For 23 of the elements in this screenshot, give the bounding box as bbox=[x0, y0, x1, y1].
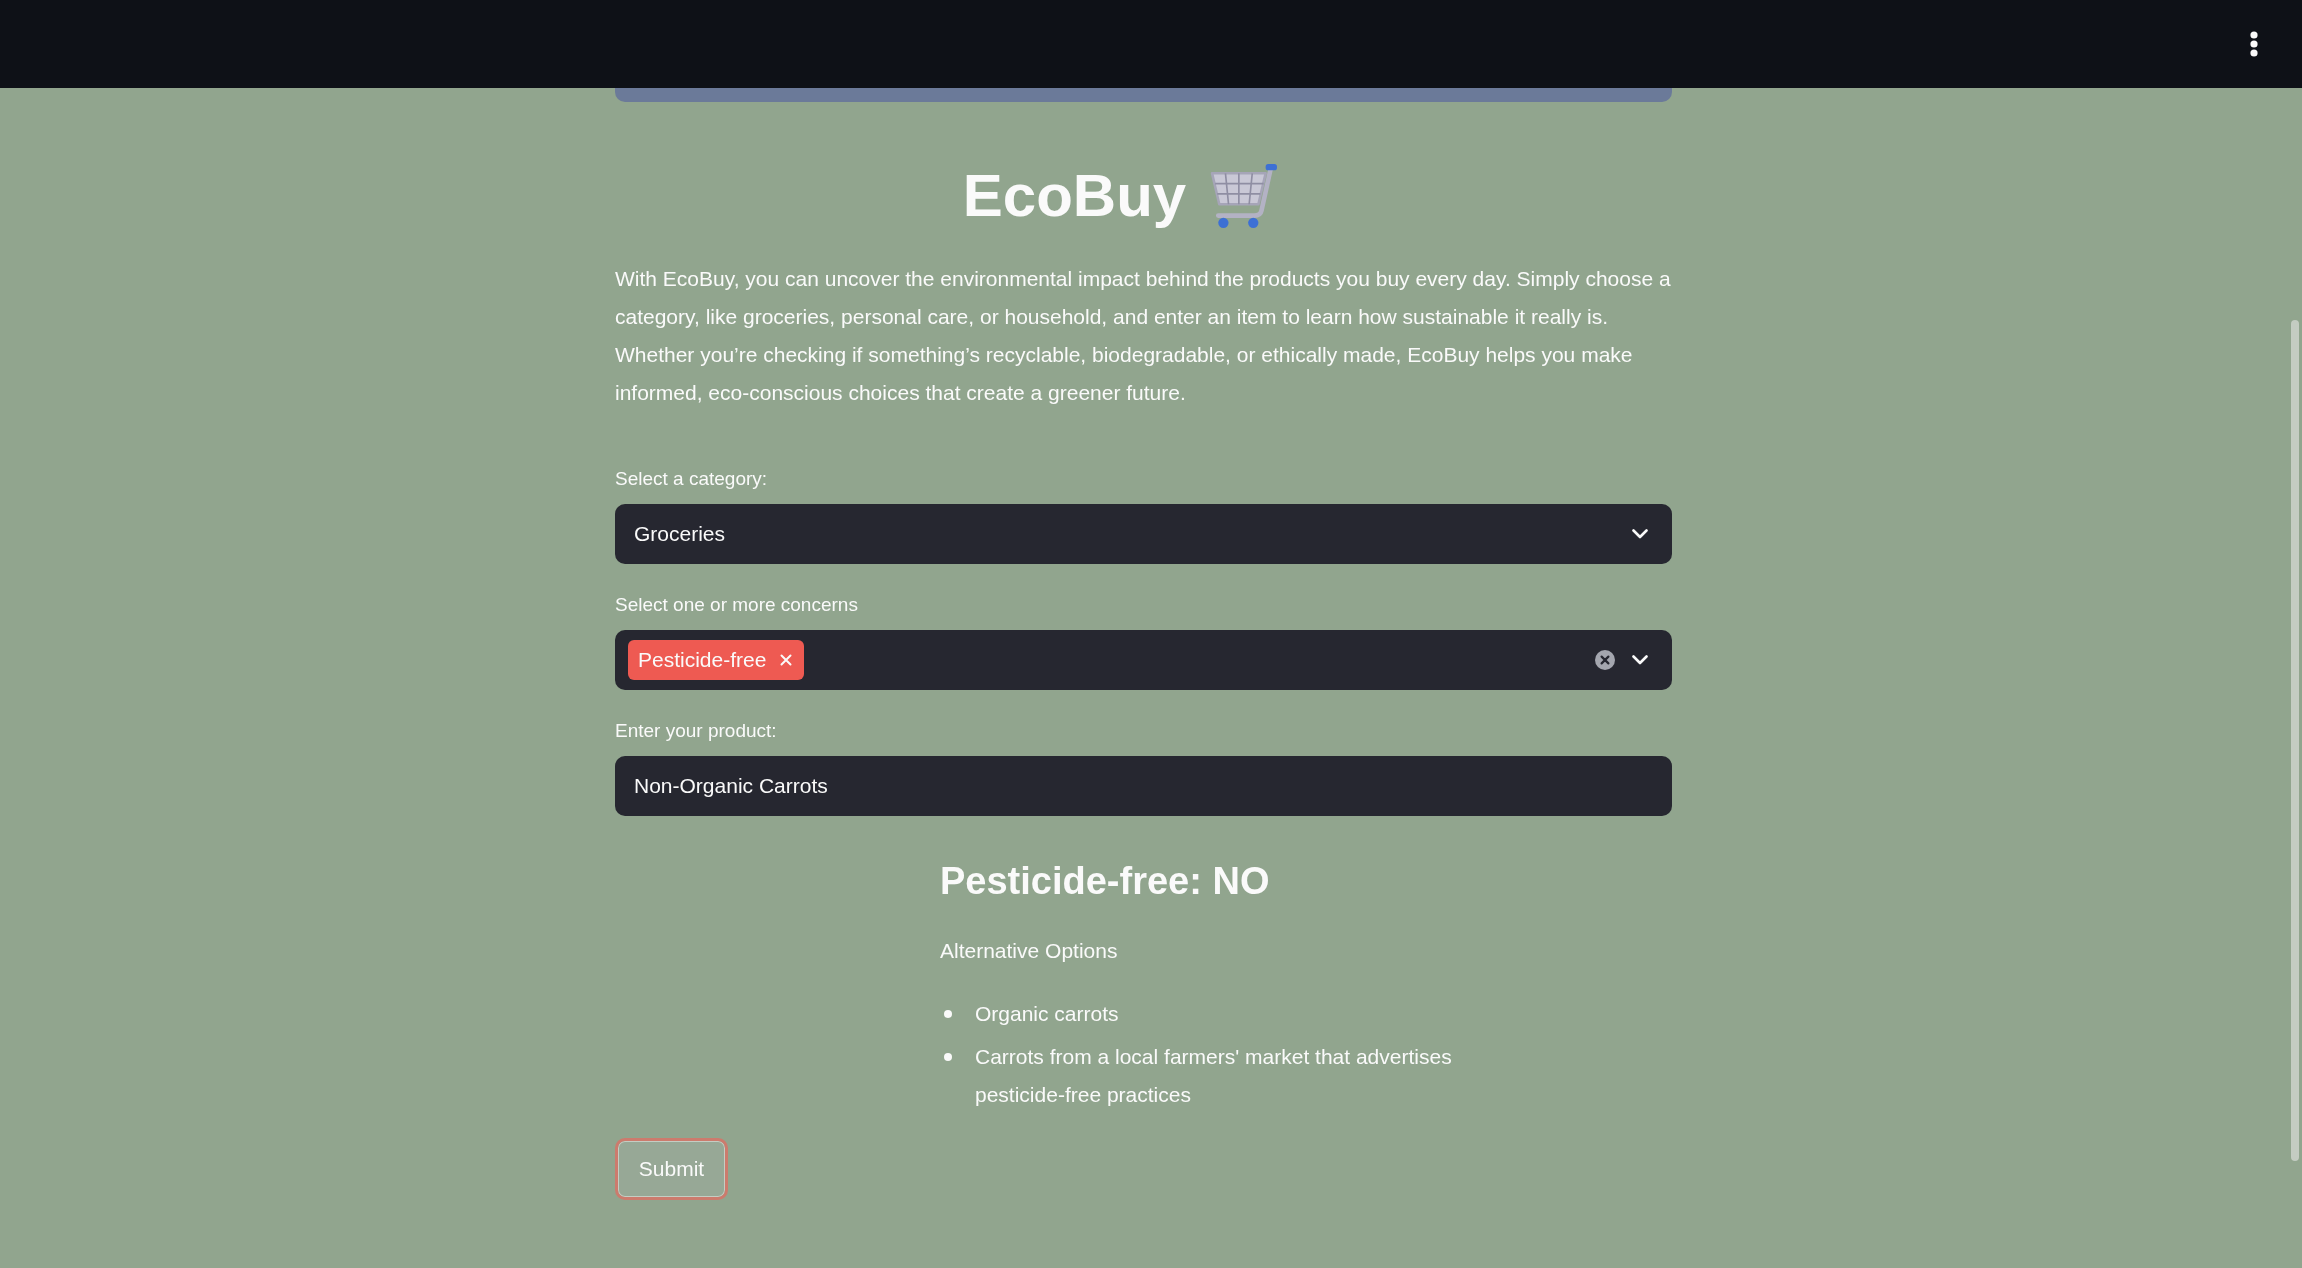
concerns-multiselect[interactable]: Pesticide-free bbox=[615, 630, 1672, 690]
list-item: Organic carrots bbox=[975, 1001, 1119, 1027]
submit-button[interactable]: Submit bbox=[615, 1138, 728, 1200]
field-label: Enter your product: bbox=[615, 719, 777, 743]
bullet-icon bbox=[944, 1010, 952, 1018]
scrollbar-thumb[interactable] bbox=[2291, 320, 2299, 1161]
bullet-icon bbox=[944, 1053, 952, 1061]
page-title: EcoBuy bbox=[962, 161, 1187, 231]
result-heading: Pesticide-free: NO bbox=[940, 859, 1270, 904]
shopping-cart-icon bbox=[1210, 162, 1279, 229]
selected-tag[interactable]: Pesticide-free bbox=[628, 640, 805, 680]
product-input[interactable]: Non-Organic Carrots bbox=[615, 756, 1672, 816]
chevron-down-icon[interactable] bbox=[1632, 655, 1648, 665]
chevron-down-icon[interactable] bbox=[1632, 529, 1648, 539]
field-label: Select one or more concerns bbox=[615, 593, 858, 617]
close-icon[interactable] bbox=[780, 654, 793, 666]
more-options-icon[interactable] bbox=[2250, 31, 2258, 57]
list-item: Carrots from a local farmers' market that advertises pesticide-free practices bbox=[975, 1044, 1453, 1108]
clear-icon[interactable] bbox=[1595, 650, 1615, 670]
category-dropdown[interactable]: Groceries bbox=[615, 504, 1672, 564]
field-label: Select a category: bbox=[615, 467, 768, 491]
intro-paragraph: With EcoBuy, you can uncover the environmental impact behind the products you buy every day. Simply choose a category, like groceries, personal care, or household, and enter an item to learn how sustainable it really is. Whether you’re checking if something’s recyclable, biodegradable, or ethically made, EcoBuy helps you make informed, eco-conscious choices that create a greener future. bbox=[615, 266, 1672, 406]
subheading: Alternative Options bbox=[940, 938, 1118, 964]
